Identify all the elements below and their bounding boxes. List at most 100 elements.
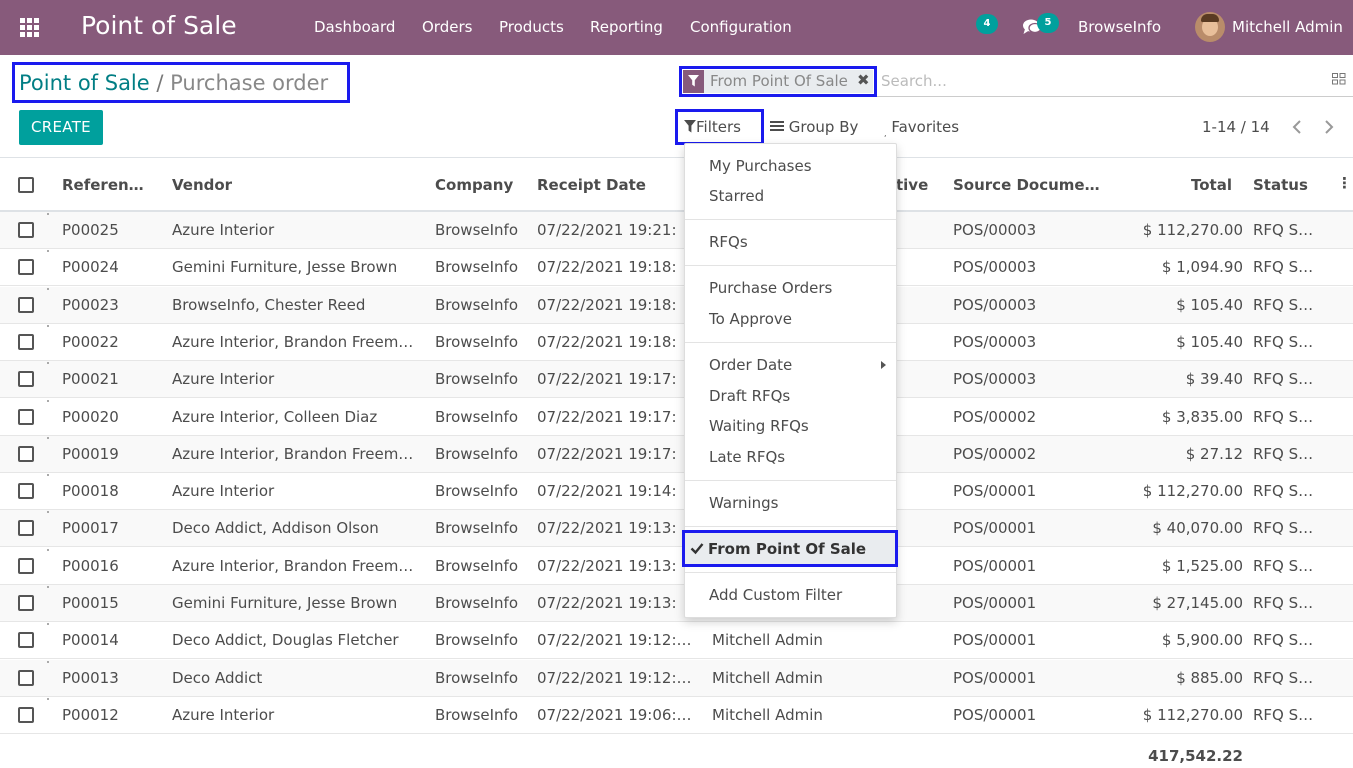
row-checkbox[interactable] [18, 296, 34, 313]
table-row[interactable]: P00014 Deco Addict, Douglas Fletcher Brows… [0, 622, 1353, 660]
list-icon [770, 121, 784, 131]
filter-starred[interactable]: Starred [709, 187, 764, 205]
dropdown-divider [685, 526, 896, 527]
cell-vendor: Deco Addict, Addison Olson [172, 519, 379, 538]
cell-source-document: POS/00003 [953, 295, 1037, 314]
create-button[interactable]: CREATE [19, 110, 103, 145]
facet-highlight [679, 66, 877, 97]
cell-status: RFQ S… [1253, 221, 1314, 239]
row-checkbox[interactable] [18, 483, 34, 500]
row-checkbox[interactable] [18, 706, 34, 723]
apps-menu-icon[interactable] [20, 18, 40, 37]
column-status[interactable]: Status [1253, 176, 1308, 194]
filter-order-date[interactable]: Order Date [709, 356, 792, 374]
table-row[interactable]: P00022 Azure Interior, Brandon Freem… Brow… [0, 324, 1353, 361]
cell-receipt-date: 07/22/2021 19:18: [537, 295, 677, 314]
column-vendor[interactable]: Vendor [172, 176, 232, 194]
row-checkbox[interactable] [18, 595, 34, 611]
pager-value[interactable]: 1-14 / 14 [1202, 118, 1270, 136]
cell-total: $ 1,094.90 [1161, 258, 1243, 277]
row-checkbox[interactable] [18, 669, 34, 686]
cell-reference: P00025 [62, 221, 119, 239]
table-row[interactable]: P00025 Azure Interior BrowseInfo 07/22/2021… [0, 212, 1353, 249]
top-navbar: Point of Sale Dashboard Orders Products … [0, 0, 1353, 55]
avatar[interactable] [1195, 12, 1225, 42]
cell-receipt-date: 07/22/2021 19:13: [537, 594, 677, 612]
cell-company: BrowseInfo [435, 556, 519, 575]
select-all-checkbox[interactable] [18, 177, 34, 193]
table-row[interactable]: P00024 Gemini Furniture, Jesse Brown Brows… [0, 249, 1353, 287]
filter-rfqs[interactable]: RFQs [709, 233, 748, 251]
filter-warnings[interactable]: Warnings [709, 494, 779, 512]
menu-products[interactable]: Products [499, 18, 564, 36]
cell-total: $ 5,900.00 [1161, 631, 1243, 650]
menu-orders[interactable]: Orders [422, 18, 472, 36]
column-company[interactable]: Company [435, 176, 513, 194]
table-row[interactable]: P00018 Azure Interior BrowseInfo 07/22/2021… [0, 473, 1353, 511]
table-row[interactable]: P00021 Azure Interior BrowseInfo 07/22/2021… [0, 361, 1353, 399]
message-badge[interactable]: 5 [1037, 13, 1059, 33]
table-header: Referen… Vendor Company Receipt Date tiv… [0, 157, 1353, 212]
filter-from-point-of-sale[interactable]: From Point Of Sale [682, 530, 898, 567]
search-options-icon[interactable] [1332, 73, 1346, 85]
cell-receipt-date: 07/22/2021 19:18: [537, 258, 677, 277]
pager-previous-icon[interactable] [1289, 118, 1305, 136]
cell-reference: P00020 [62, 407, 119, 426]
pager-next-icon[interactable] [1321, 118, 1337, 136]
filter-draft-rfqs[interactable]: Draft RFQs [709, 387, 790, 405]
row-checkbox[interactable] [18, 222, 34, 238]
cell-company: BrowseInfo [435, 668, 519, 687]
cell-source-document: POS/00002 [953, 444, 1037, 463]
search-input[interactable] [881, 70, 1321, 92]
row-checkbox[interactable] [18, 557, 34, 574]
group-by-button[interactable]: Group By [770, 118, 858, 136]
cell-reference: P00015 [62, 594, 119, 612]
row-checkbox[interactable] [18, 632, 34, 649]
cell-status: RFQ S… [1253, 482, 1314, 501]
table-row[interactable]: P00016 Azure Interior, Brandon Freem… Brow… [0, 548, 1353, 585]
menu-dashboard[interactable]: Dashboard [314, 18, 395, 36]
breadcrumb-parent[interactable]: Point of Sale [19, 71, 150, 95]
filter-to-approve[interactable]: To Approve [709, 310, 792, 328]
cell-total: $ 105.40 [1176, 295, 1243, 314]
row-checkbox[interactable] [18, 520, 34, 537]
cell-receipt-date: 07/22/2021 19:12:… [537, 668, 692, 687]
column-receipt-date[interactable]: Receipt Date [537, 176, 646, 194]
optional-columns-icon[interactable]: ⋮ [1337, 174, 1352, 192]
row-handle [47, 623, 49, 626]
filter-late-rfqs[interactable]: Late RFQs [709, 448, 785, 466]
column-representative[interactable]: tive [896, 176, 928, 194]
breadcrumb-separator: / [156, 71, 164, 95]
user-menu[interactable]: Mitchell Admin [1232, 18, 1343, 36]
filter-my-purchases[interactable]: My Purchases [709, 157, 812, 175]
table-row[interactable]: P00015 Gemini Furniture, Jesse Brown Brows… [0, 585, 1353, 622]
filter-waiting-rfqs[interactable]: Waiting RFQs [709, 417, 809, 435]
column-source-document[interactable]: Source Docume… [953, 176, 1100, 194]
company-switcher[interactable]: BrowseInfo [1078, 18, 1161, 36]
cell-company: BrowseInfo [435, 631, 519, 650]
menu-reporting[interactable]: Reporting [590, 18, 663, 36]
activity-badge[interactable]: 4 [976, 14, 998, 34]
row-checkbox[interactable] [18, 445, 34, 462]
cell-source-document: POS/00003 [953, 258, 1037, 277]
menu-configuration[interactable]: Configuration [690, 18, 792, 36]
filter-purchase-orders[interactable]: Purchase Orders [709, 279, 832, 297]
cell-source-document: POS/00003 [953, 370, 1037, 389]
row-checkbox[interactable] [18, 371, 34, 388]
row-checkbox[interactable] [18, 408, 34, 425]
table-row[interactable]: P00019 Azure Interior, Brandon Freem… Brow… [0, 435, 1353, 473]
favorites-button[interactable]: , Favorites [884, 118, 959, 138]
table-row[interactable]: P00012 Azure Interior BrowseInfo 07/22/2021… [0, 697, 1353, 734]
cell-total: $ 1,525.00 [1161, 556, 1243, 575]
table-row[interactable]: P00020 Azure Interior, Colleen Diaz Browse… [0, 399, 1353, 436]
column-total[interactable]: Total [1191, 176, 1232, 194]
cell-receipt-date: 07/22/2021 19:21: [537, 221, 677, 239]
table-row[interactable]: P00013 Deco Addict BrowseInfo 07/22/2021 19… [0, 659, 1353, 697]
filter-add-custom[interactable]: Add Custom Filter [709, 586, 842, 604]
column-reference[interactable]: Referen… [62, 176, 144, 194]
row-checkbox[interactable] [18, 333, 34, 350]
row-checkbox[interactable] [18, 259, 34, 276]
cell-status: RFQ S… [1253, 407, 1314, 426]
table-row[interactable]: P00017 Deco Addict, Addison Olson BrowseIn… [0, 510, 1353, 548]
table-row[interactable]: P00023 BrowseInfo, Chester Reed BrowseInfo… [0, 286, 1353, 324]
